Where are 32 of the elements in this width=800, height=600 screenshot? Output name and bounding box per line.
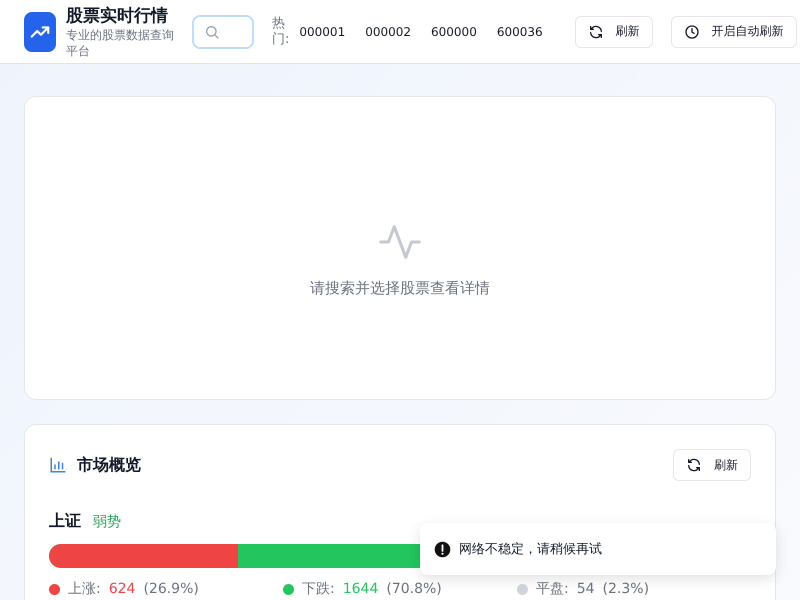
toast-message: 网络不稳定，请稍候再试 [459,541,602,558]
stat-label: 下跌: [302,580,335,598]
clock-icon [684,24,700,40]
refresh-button[interactable]: 刷新 [574,16,653,48]
index-name: 上证 [49,511,81,532]
auto-refresh-button[interactable]: 开启自动刷新 [670,16,797,48]
bar-chart-icon [49,456,67,474]
stat-label: 平盘: [536,580,569,598]
hot-code-link[interactable]: 600000 [431,24,477,38]
refresh-button[interactable]: 刷新 [673,449,751,481]
trend-label: 弱势 [93,512,121,530]
stat-percent: (70.8%) [386,581,442,597]
app-title: 股票实时行情 [66,4,169,26]
hot-code-link[interactable]: 000001 [299,24,346,38]
refresh-icon [686,457,702,473]
search-field[interactable] [192,14,254,48]
stat-percent: (26.9%) [143,581,199,597]
hot-code-link[interactable]: 000002 [365,24,412,38]
app-subtitle: 专业的股票数据查询平台 [66,26,175,58]
alert-icon [434,540,451,558]
stat-percent: (2.3%) [602,581,650,597]
stat-count: 1644 [342,581,378,597]
stat-count: 624 [108,581,136,597]
logo-icon [24,12,56,52]
refresh-icon [588,24,604,40]
empty-message: 请搜索并选择股票查看详情 [310,278,490,298]
stat-count: 54 [576,581,595,597]
hot-code-link[interactable]: 600036 [496,24,543,38]
hot-label: 热门: [272,16,290,48]
stat-label: 上涨: [68,580,101,598]
section-title: 市场概览 [77,454,141,476]
search-icon [204,24,220,40]
